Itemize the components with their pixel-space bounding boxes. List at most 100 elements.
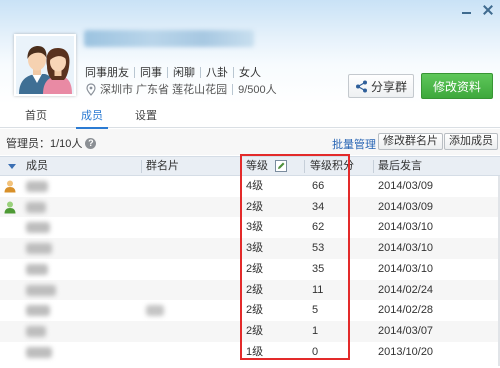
group-tags: 同事朋友 同事 闲聊 八卦 女人 <box>85 64 261 80</box>
member-last-speak: 2014/03/10 <box>378 242 434 255</box>
member-level: 1级 <box>246 345 264 358</box>
sort-arrow-icon[interactable] <box>8 164 16 169</box>
tag-separator <box>233 66 234 78</box>
members-toolbar: 管理员：1/10人 ? 批量管理 修改群名片 添加成员 <box>0 129 500 155</box>
member-level: 3级 <box>246 221 264 234</box>
member-last-speak: 2014/03/10 <box>378 221 434 234</box>
table-row[interactable]: 2级 34 2014/03/09 <box>0 196 500 218</box>
tab-members-label: 成员 <box>81 110 103 122</box>
column-points[interactable]: 等级积分 <box>310 157 354 175</box>
member-name-blurred <box>26 346 52 358</box>
member-level: 2级 <box>246 262 264 275</box>
members-table-header: 成员 群名片 等级 等级积分 最后发言 <box>0 156 500 176</box>
member-name-blurred <box>26 222 50 234</box>
minimize-icon[interactable] <box>460 3 473 16</box>
help-icon[interactable]: ? <box>85 137 97 149</box>
admin-count-label: 管理员：1/10人 <box>6 138 83 150</box>
tab-settings-label: 设置 <box>135 110 157 122</box>
member-last-speak: 2014/03/10 <box>378 262 434 275</box>
close-icon[interactable] <box>481 3 494 16</box>
table-row[interactable]: 3级 53 2014/03/10 <box>0 238 500 259</box>
column-divider <box>373 160 374 173</box>
table-row[interactable]: 2级 1 2014/03/07 <box>0 320 500 342</box>
member-last-speak: 2014/03/09 <box>378 200 434 213</box>
member-last-speak: 2014/03/09 <box>378 180 434 192</box>
member-level: 2级 <box>246 304 264 317</box>
group-card-blurred <box>146 305 164 317</box>
member-points: 34 <box>312 200 325 213</box>
group-owner-icon <box>4 180 16 193</box>
group-tag[interactable]: 八卦 <box>206 64 228 80</box>
tab-settings[interactable]: 设置 <box>124 104 168 128</box>
member-name-blurred <box>26 181 48 192</box>
table-row[interactable]: 2级 35 2014/03/10 <box>0 259 500 280</box>
member-level: 3级 <box>246 242 264 255</box>
member-level: 2级 <box>246 200 264 213</box>
group-tag[interactable]: 同事朋友 <box>85 64 129 80</box>
member-name-blurred <box>26 201 46 213</box>
group-tag[interactable]: 女人 <box>239 64 261 80</box>
column-level[interactable]: 等级 <box>246 157 268 175</box>
member-last-speak: 2013/10/20 <box>378 345 434 358</box>
table-row[interactable]: 1级 0 2013/10/20 <box>0 342 500 363</box>
member-name-blurred <box>26 243 52 255</box>
tab-bar: 首页 成员 设置 <box>0 104 500 129</box>
group-tag[interactable]: 同事 <box>140 64 162 80</box>
edit-group-card-label: 修改群名片 <box>383 135 438 147</box>
column-last-speak[interactable]: 最后发言 <box>378 157 422 175</box>
share-group-button[interactable]: 分享群 <box>348 74 414 98</box>
tab-home-label: 首页 <box>25 110 47 122</box>
column-member[interactable]: 成员 <box>26 157 48 175</box>
column-divider <box>240 160 241 173</box>
member-name-blurred <box>26 284 56 296</box>
share-group-label: 分享群 <box>370 79 407 94</box>
share-icon <box>355 80 367 92</box>
group-name-blurred <box>84 30 254 47</box>
column-card[interactable]: 群名片 <box>146 157 179 175</box>
edit-level-icon[interactable] <box>275 160 287 172</box>
tag-separator <box>134 66 135 78</box>
group-avatar[interactable] <box>14 34 76 96</box>
column-divider <box>141 160 142 173</box>
member-points: 66 <box>312 180 325 192</box>
member-name-blurred <box>26 305 50 317</box>
table-row[interactable]: 2级 5 2014/02/28 <box>0 300 500 321</box>
member-points: 11 <box>312 283 324 296</box>
tab-home[interactable]: 首页 <box>16 104 56 128</box>
group-tag[interactable]: 闲聊 <box>173 64 195 80</box>
admin-count: 管理员：1/10人 ? <box>6 135 97 151</box>
edit-profile-button[interactable]: 修改资料 <box>421 73 493 99</box>
location-separator <box>232 83 234 95</box>
location-pin-icon <box>86 82 96 96</box>
table-row[interactable]: 3级 62 2014/03/10 <box>0 217 500 238</box>
member-name-blurred <box>26 325 46 337</box>
member-last-speak: 2014/02/24 <box>378 283 434 296</box>
group-location-row: 深圳市 广东省 莲花山花园 9/500人 <box>85 81 277 97</box>
table-row[interactable]: 4级 66 2014/03/09 <box>0 176 500 197</box>
group-admin-icon <box>4 201 16 214</box>
member-points: 35 <box>312 262 325 275</box>
group-location: 深圳市 广东省 莲花山花园 <box>100 84 228 96</box>
add-member-button[interactable]: 添加成员 <box>444 133 498 150</box>
tag-separator <box>200 66 201 78</box>
column-divider <box>304 160 305 173</box>
member-points: 53 <box>312 242 325 255</box>
member-points: 5 <box>312 304 319 317</box>
window-controls <box>460 3 494 16</box>
member-level: 4级 <box>246 180 264 192</box>
add-member-label: 添加成员 <box>449 135 493 147</box>
member-points: 62 <box>312 221 325 234</box>
member-last-speak: 2014/03/07 <box>378 324 434 337</box>
member-points: 0 <box>312 345 319 358</box>
member-points: 1 <box>312 324 319 337</box>
edit-group-card-button[interactable]: 修改群名片 <box>378 133 443 150</box>
tab-members[interactable]: 成员 <box>70 104 114 129</box>
member-last-speak: 2014/02/28 <box>378 304 434 317</box>
member-name-blurred <box>26 263 48 275</box>
batch-manage-link[interactable]: 批量管理 <box>332 136 376 152</box>
member-level: 2级 <box>246 324 264 337</box>
group-header: 同事朋友 同事 闲聊 八卦 女人 深圳市 广东省 莲花山花园 9/500人 分享… <box>0 0 500 104</box>
table-row[interactable]: 2级 11 2014/02/24 <box>0 279 500 301</box>
members-count: 9/500人 <box>238 84 277 96</box>
member-level: 2级 <box>246 283 264 296</box>
